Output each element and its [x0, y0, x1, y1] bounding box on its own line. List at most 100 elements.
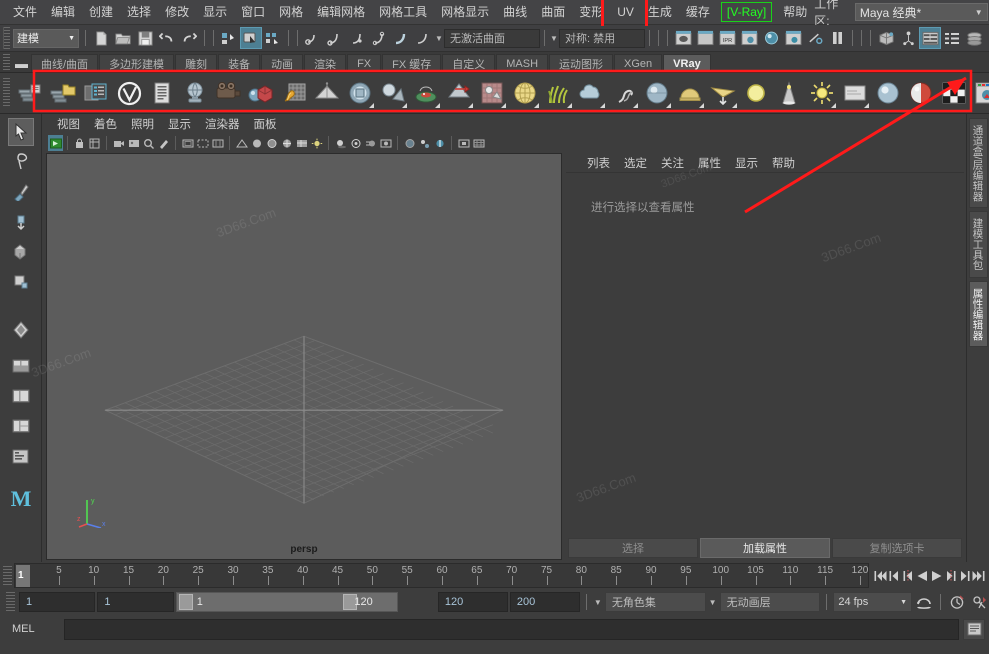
- hypershade-icon[interactable]: [760, 27, 782, 49]
- paint-select-tool[interactable]: [8, 178, 34, 206]
- vray-sphere-fade-icon[interactable]: [905, 76, 937, 110]
- menu-item-display[interactable]: 显示: [196, 2, 234, 22]
- persp-viewport[interactable]: y x z persp: [46, 153, 562, 560]
- isolate-select-icon[interactable]: [456, 135, 471, 151]
- vray-dome-light-icon[interactable]: [674, 76, 706, 110]
- camera-attributes-icon[interactable]: [87, 135, 102, 151]
- workspace-select[interactable]: Maya 经典* ▼: [855, 3, 988, 21]
- vray-render-folder-icon[interactable]: [47, 76, 79, 110]
- step-back-keyframe-icon[interactable]: [887, 566, 901, 586]
- shelf-tab-mash[interactable]: MASH: [496, 54, 548, 72]
- select-by-object-icon[interactable]: [240, 27, 262, 49]
- vray-clipper-icon[interactable]: [344, 76, 376, 110]
- last-tool[interactable]: [8, 316, 34, 344]
- vray-frame-buffer-icon[interactable]: [80, 76, 112, 110]
- vray-spot-light-icon[interactable]: [773, 76, 805, 110]
- redo-icon[interactable]: [178, 27, 200, 49]
- select-by-hierarchy-icon[interactable]: [218, 27, 240, 49]
- xray-joints-icon[interactable]: [417, 135, 432, 151]
- playback-start-field[interactable]: 1: [97, 592, 173, 612]
- vray-ies-light-icon[interactable]: [740, 76, 772, 110]
- film-gate-icon[interactable]: [195, 135, 210, 151]
- channel-box-icon[interactable]: [941, 27, 963, 49]
- vray-render-icon[interactable]: [14, 76, 46, 110]
- single-pane-layout-icon[interactable]: [8, 352, 34, 380]
- smooth-shade-all-icon[interactable]: [264, 135, 279, 151]
- vray-logo-icon[interactable]: [113, 76, 145, 110]
- ae-load-attributes-button[interactable]: 加载属性: [700, 538, 830, 558]
- screen-space-ao-icon[interactable]: [378, 135, 393, 151]
- range-gripper[interactable]: [6, 592, 15, 612]
- range-start-handle[interactable]: [179, 594, 193, 610]
- chevron-down-icon[interactable]: ▼: [593, 592, 603, 612]
- vray-grass-icon[interactable]: [542, 76, 574, 110]
- two-pane-layout-icon[interactable]: [8, 382, 34, 410]
- exposure-icon[interactable]: [432, 135, 447, 151]
- menu-item-file[interactable]: 文件: [6, 2, 44, 22]
- shelf-icons-gripper[interactable]: [3, 78, 10, 108]
- animation-layer-field[interactable]: 无动画层: [720, 592, 821, 612]
- panel-menu-panels[interactable]: 面板: [247, 114, 284, 134]
- chevron-down-icon[interactable]: ▼: [549, 28, 559, 48]
- menu-item-create[interactable]: 创建: [82, 2, 120, 22]
- save-scene-icon[interactable]: [134, 27, 156, 49]
- vray-proxy-icon[interactable]: [311, 76, 343, 110]
- panel-menu-view[interactable]: 视图: [50, 114, 87, 134]
- shelf-tab-fx[interactable]: FX: [347, 54, 381, 72]
- shelf-tab-xgen[interactable]: XGen: [614, 54, 662, 72]
- open-scene-icon[interactable]: [112, 27, 134, 49]
- animation-preferences-icon[interactable]: [969, 592, 989, 612]
- vray-rect-light-icon[interactable]: [707, 76, 739, 110]
- ae-menu-help[interactable]: 帮助: [765, 153, 802, 173]
- go-to-end-icon[interactable]: [971, 566, 985, 586]
- rendering-flags-icon[interactable]: [804, 27, 826, 49]
- image-plane-icon[interactable]: [126, 135, 141, 151]
- shelf-tab-fx-cache[interactable]: FX 缓存: [382, 54, 441, 72]
- panel-menu-shading[interactable]: 着色: [87, 114, 124, 134]
- animation-start-field[interactable]: 1: [19, 592, 95, 612]
- panel-menu-show[interactable]: 显示: [161, 114, 198, 134]
- layer-editor-icon[interactable]: [963, 27, 985, 49]
- vray-texture-preview-icon[interactable]: [971, 76, 989, 110]
- menu-item-vray[interactable]: [V-Ray]: [721, 2, 772, 22]
- chevron-down-icon[interactable]: ▼: [434, 28, 444, 48]
- menu-item-surfaces[interactable]: 曲面: [534, 2, 572, 22]
- scale-tool[interactable]: [8, 268, 34, 296]
- lasso-select-tool[interactable]: [8, 148, 34, 176]
- menu-item-mesh-tools[interactable]: 网格工具: [372, 2, 434, 22]
- new-scene-icon[interactable]: [90, 27, 112, 49]
- shelf-tab-rigging[interactable]: 装备: [218, 54, 260, 72]
- vray-material-icon[interactable]: [245, 76, 277, 110]
- symmetry-field[interactable]: 对称: 禁用: [559, 29, 645, 48]
- sidebar-tab-attribute-editor[interactable]: 属性编辑器: [969, 281, 988, 348]
- render-settings-icon[interactable]: [738, 27, 760, 49]
- menu-item-cache[interactable]: 缓存: [679, 2, 717, 22]
- menu-set-select[interactable]: 建模 ▼: [13, 29, 79, 48]
- command-line-input[interactable]: [64, 619, 959, 640]
- playback-speed-select[interactable]: 24 fps ▼: [833, 592, 912, 612]
- ambient-occlusion-icon[interactable]: [348, 135, 363, 151]
- shelf-tab-custom[interactable]: 自定义: [442, 54, 495, 72]
- shelf-tab-poly-modeling[interactable]: 多边形建模: [99, 54, 174, 72]
- wireframe-shading-icon[interactable]: [234, 135, 249, 151]
- play-backwards-icon[interactable]: [915, 566, 929, 586]
- resolution-gate-icon[interactable]: [180, 135, 195, 151]
- shelf-tab-vray[interactable]: VRay: [663, 54, 711, 72]
- chevron-down-icon[interactable]: ▼: [708, 592, 718, 612]
- range-slider[interactable]: 1 120: [176, 592, 398, 612]
- menu-item-help[interactable]: 帮助: [776, 2, 814, 22]
- ipr-render-icon[interactable]: IPR: [716, 27, 738, 49]
- panel-menu-lighting[interactable]: 照明: [124, 114, 161, 134]
- ae-select-button[interactable]: 选择: [568, 538, 698, 558]
- menu-item-deform[interactable]: 变形: [572, 2, 610, 22]
- shelf-tab-sculpting[interactable]: 雕刻: [175, 54, 217, 72]
- shadow-display-icon[interactable]: [333, 135, 348, 151]
- smooth-shade-icon[interactable]: [249, 135, 264, 151]
- magnet-icon[interactable]: [390, 27, 412, 49]
- sidebar-tab-modeling-toolkit[interactable]: 建模工具包: [969, 211, 988, 278]
- panel-menu-renderer[interactable]: 渲染器: [198, 114, 247, 134]
- select-by-component-icon[interactable]: [262, 27, 284, 49]
- ae-menu-selected[interactable]: 选定: [617, 153, 654, 173]
- menu-item-uv[interactable]: UV: [610, 2, 641, 22]
- step-forward-frame-icon[interactable]: [943, 566, 957, 586]
